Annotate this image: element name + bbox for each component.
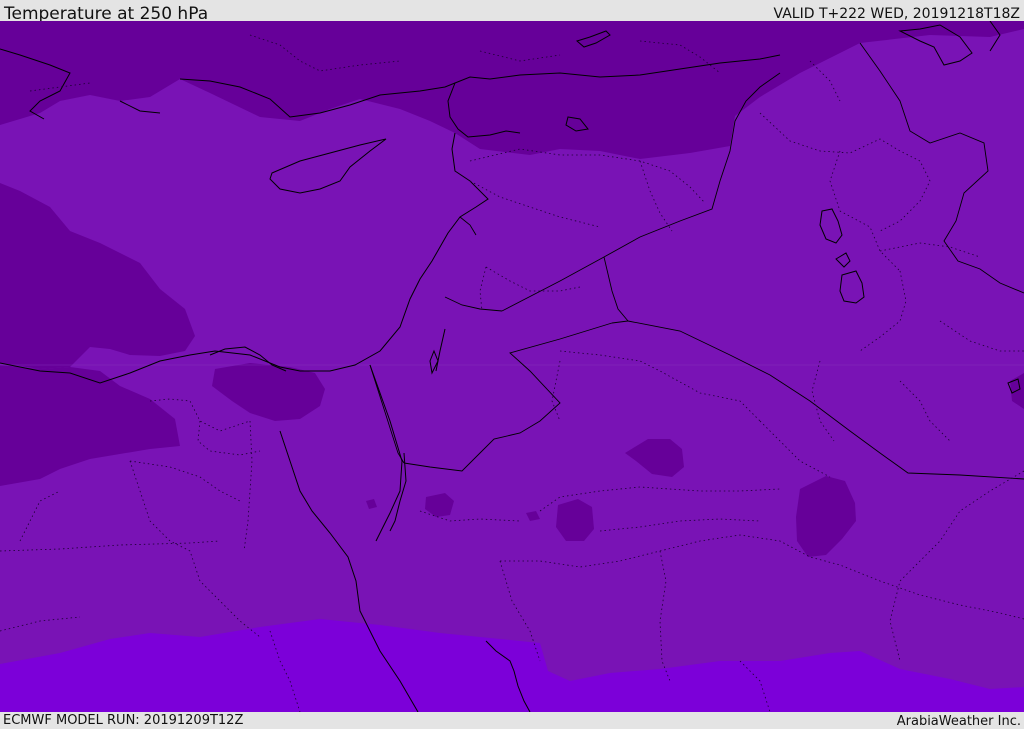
footer-bar: ECMWF MODEL RUN: 20191209T12Z ArabiaWeat…	[0, 712, 1024, 729]
temperature-band-cold-patch-2	[556, 499, 594, 541]
map-canvas	[0, 21, 1024, 712]
weather-map[interactable]	[0, 21, 1024, 712]
header-bar: Temperature at 250 hPa VALID T+222 WED, …	[0, 0, 1024, 24]
credit-label: ArabiaWeather Inc.	[896, 714, 1021, 729]
model-run-label: ECMWF MODEL RUN: 20191209T12Z	[3, 713, 244, 728]
valid-time: VALID T+222 WED, 20191218T18Z	[773, 6, 1020, 22]
